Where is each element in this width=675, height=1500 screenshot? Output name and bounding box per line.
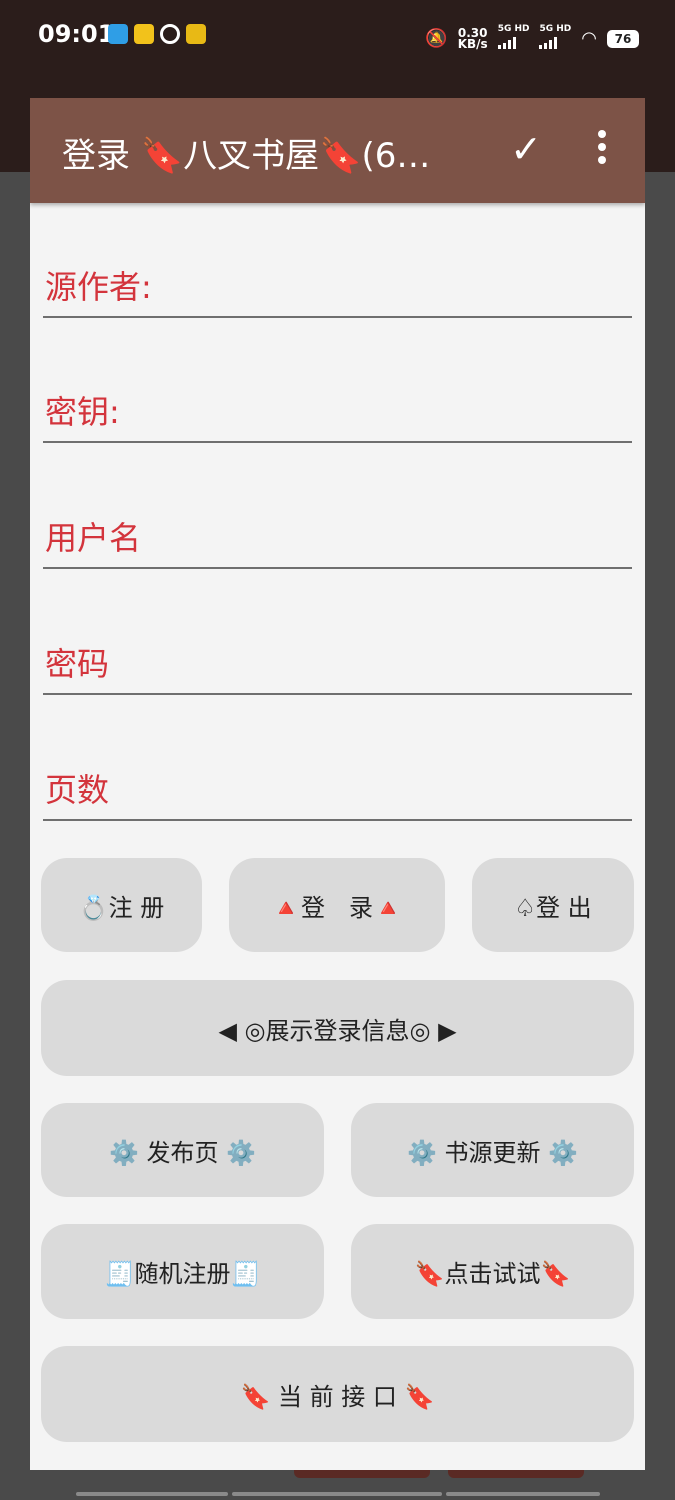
show-login-info-button[interactable]: ◀ ◎展示登录信息◎ ▶ bbox=[41, 980, 634, 1076]
network-speed: 0.30 KB/s bbox=[457, 27, 488, 51]
network-speed-unit: KB/s bbox=[457, 36, 488, 51]
current-api-button[interactable]: 🔖 当 前 接 口 🔖 bbox=[41, 1346, 634, 1442]
page-count-label: 页数 bbox=[45, 771, 110, 809]
password-field[interactable]: 密码 bbox=[43, 635, 632, 695]
dialog-title: 登录 🔖八叉书屋🔖(6… bbox=[62, 136, 431, 176]
source-author-label: 源作者: bbox=[45, 268, 152, 306]
signal-1: 5G HD bbox=[497, 24, 530, 53]
confirm-check-icon[interactable]: ✓ bbox=[504, 124, 548, 174]
nav-indicator bbox=[446, 1492, 600, 1496]
status-time: 09:01 bbox=[38, 20, 115, 48]
battery-icon: 76 bbox=[607, 29, 639, 48]
register-button[interactable]: 💍注 册 bbox=[41, 858, 202, 952]
more-vert-icon[interactable] bbox=[592, 130, 612, 170]
mute-bell-icon: 🔕 bbox=[425, 28, 448, 49]
telegram-icon bbox=[108, 24, 128, 44]
login-button[interactable]: 🔺登 录🔺 bbox=[229, 858, 445, 952]
background-button-edge bbox=[294, 1470, 430, 1478]
secret-key-field[interactable]: 密钥: bbox=[43, 383, 632, 443]
secret-key-label: 密钥: bbox=[45, 393, 120, 431]
password-label: 密码 bbox=[45, 645, 110, 683]
signal-2: 5G HD bbox=[539, 24, 571, 53]
background-button-edge bbox=[448, 1470, 584, 1478]
publish-page-button[interactable]: ⚙️ 发布页 ⚙️ bbox=[41, 1103, 324, 1197]
update-source-button[interactable]: ⚙️ 书源更新 ⚙️ bbox=[351, 1103, 634, 1197]
status-right: 🔕 0.30 KB/s 5G HD 5G HD ◠ 76 bbox=[425, 24, 639, 53]
nav-indicator bbox=[232, 1492, 442, 1496]
source-author-field[interactable]: 源作者: bbox=[43, 258, 632, 318]
nav-indicator bbox=[76, 1492, 228, 1496]
login-dialog: 登录 🔖八叉书屋🔖(6… ✓ 源作者: 密钥: 用户名 密码 页数 💍注 册 🔺… bbox=[30, 98, 645, 1470]
random-register-button[interactable]: 🧾随机注册🧾 bbox=[41, 1224, 324, 1319]
signal-1-label: 5G HD bbox=[497, 24, 530, 34]
signal-2-label: 5G HD bbox=[539, 24, 572, 34]
notification-icons bbox=[108, 24, 206, 44]
page-count-field[interactable]: 页数 bbox=[43, 761, 632, 821]
wifi-icon: ◠ bbox=[581, 28, 597, 49]
dialog-toolbar: 登录 🔖八叉书屋🔖(6… ✓ bbox=[30, 98, 645, 203]
signal-bars-icon bbox=[539, 37, 558, 49]
logout-button[interactable]: ♤登 出 bbox=[472, 858, 634, 952]
username-field[interactable]: 用户名 bbox=[43, 509, 632, 569]
circle-app-icon bbox=[160, 24, 180, 44]
app-notification-icon bbox=[134, 24, 154, 44]
shop-app-icon bbox=[186, 24, 206, 44]
try-it-button[interactable]: 🔖点击试试🔖 bbox=[351, 1224, 634, 1319]
signal-bars-icon bbox=[497, 37, 516, 49]
username-label: 用户名 bbox=[45, 519, 142, 557]
